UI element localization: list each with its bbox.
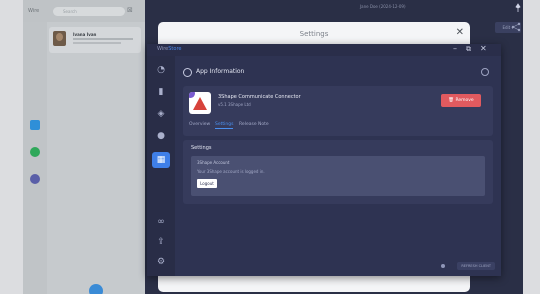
pie-chart-icon[interactable]: ◔ — [155, 64, 167, 76]
refresh-client-button[interactable]: REFRESH CLIENT — [457, 262, 495, 270]
layers-icon[interactable]: ◈ — [155, 108, 167, 120]
account-box: 3Shape Account Your 3Shape account is lo… — [191, 156, 485, 196]
link-icon[interactable]: ∞ — [155, 216, 167, 228]
new-conversation-button[interactable] — [89, 284, 103, 294]
settings-section: Settings 3Shape Account Your 3Shape acco… — [183, 140, 493, 204]
tab-overview[interactable]: Overview — [189, 122, 210, 127]
conversation-preview-line — [73, 42, 121, 44]
remove-button[interactable]: 🗑 Remove — [441, 94, 481, 107]
settings-dialog-title: Settings — [299, 30, 329, 38]
logo-triangle — [193, 97, 207, 110]
refresh-icon[interactable] — [481, 68, 489, 76]
conversation-pane: Wire Search ⊠ Ivana Ivan — [23, 0, 145, 294]
share-icon[interactable] — [511, 22, 521, 32]
app-version: v5.1 3Shape Ltd — [218, 102, 251, 107]
app-card: 3Shape Communicate Connector v5.1 3Shape… — [183, 86, 493, 136]
app-store-window: WireStore – ⧉ ✕ ◔ ▮ ◈ ● ▦ ∞ ⇪ ⚙ App Info… — [147, 44, 501, 276]
conversation-item[interactable]: Ivana Ivan — [49, 27, 141, 53]
app-brand: Wire — [28, 8, 40, 14]
window-brand: WireStore — [157, 46, 181, 52]
search-input[interactable]: Search — [53, 7, 125, 16]
bell-icon[interactable] — [30, 174, 40, 184]
logout-button[interactable]: Logout — [197, 179, 217, 188]
back-icon[interactable] — [183, 68, 192, 77]
close-icon[interactable]: ⊠ — [127, 6, 133, 14]
upload-icon[interactable]: ⇪ — [155, 236, 167, 248]
apps-grid-icon[interactable]: ▦ — [152, 152, 170, 168]
avatar — [53, 31, 66, 46]
account-box-title: 3Shape Account — [197, 160, 230, 165]
app-information-panel: App Information 3Shape Communicate Conne… — [175, 56, 501, 276]
upload-icon[interactable] — [30, 120, 40, 130]
chat-icon[interactable] — [30, 147, 40, 157]
remove-label: Remove — [455, 98, 474, 103]
conversation-pane-header: Wire Search ⊠ — [23, 0, 145, 22]
conversation-preview-line — [73, 38, 133, 40]
close-button[interactable]: ✕ — [480, 44, 487, 53]
pin-icon[interactable] — [513, 3, 523, 13]
window-brand-suffix: Store — [168, 46, 182, 52]
conversation-name: Ivana Ivan — [73, 32, 97, 37]
gear-icon[interactable]: ⚙ — [155, 256, 167, 268]
app-logo — [189, 92, 211, 114]
page-title: App Information — [196, 68, 245, 75]
status-text: Jane Doe (2024-12-09) — [360, 4, 406, 9]
book-icon[interactable]: ▮ — [155, 86, 167, 98]
settings-title: Settings — [191, 145, 212, 151]
minimize-button[interactable]: – — [453, 44, 457, 53]
window-titlebar: WireStore – ⧉ ✕ — [147, 44, 501, 56]
screen: Wire Search ⊠ Ivana Ivan Jane Doe (2024-… — [23, 0, 523, 294]
app-name: 3Shape Communicate Connector — [218, 94, 301, 100]
window-brand-prefix: Wire — [157, 46, 169, 52]
tab-settings[interactable]: Settings — [215, 122, 234, 129]
account-status-text: Your 3Shape account is logged in. — [197, 169, 265, 174]
status-dot-icon — [441, 264, 445, 268]
tab-release-note[interactable]: Release Note — [239, 122, 269, 127]
close-icon[interactable]: ✕ — [456, 27, 464, 38]
left-rail — [23, 22, 47, 294]
location-pin-icon[interactable]: ● — [155, 130, 167, 142]
maximize-button[interactable]: ⧉ — [466, 45, 471, 54]
window-sidebar: ◔ ▮ ◈ ● ▦ ∞ ⇪ ⚙ — [147, 56, 175, 276]
